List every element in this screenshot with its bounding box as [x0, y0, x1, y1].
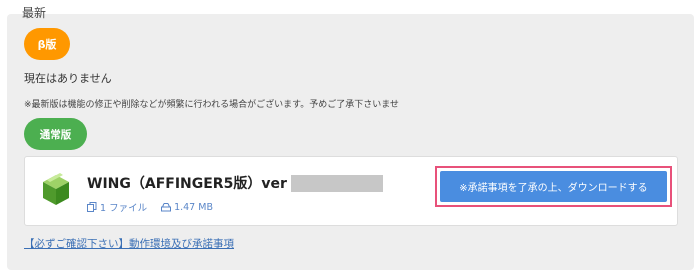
beta-notice: ※最新版は機能の修正や削除などが頻繁に行われる場合がございます。予めご了承下さい… [24, 100, 399, 110]
download-card: WING（AFFINGER5版）ver 1 ファイル 1.47 MB ※承諾事項… [24, 156, 678, 226]
section-title: 最新 [22, 6, 47, 20]
file-meta: 1 ファイル 1.47 MB [87, 200, 227, 214]
stable-badge: 通常版 [24, 118, 87, 150]
download-highlight-frame: ※承諾事項を了承の上、ダウンロードする [435, 166, 672, 207]
beta-empty-text: 現在はありません [24, 72, 112, 85]
download-button[interactable]: ※承諾事項を了承の上、ダウンロードする [440, 171, 667, 202]
hard-drive-icon [161, 203, 172, 212]
green-box-icon [43, 173, 69, 205]
files-icon [87, 202, 97, 212]
redacted-version [290, 174, 383, 192]
file-count: 1 ファイル [87, 200, 147, 214]
beta-badge: β版 [24, 28, 70, 60]
file-size-text: 1.47 MB [174, 201, 213, 213]
file-size: 1.47 MB [161, 202, 213, 213]
file-count-text: 1 ファイル [100, 203, 148, 214]
product-title-text: WING（AFFINGER5版）ver [87, 176, 287, 192]
latest-section-panel [7, 14, 694, 270]
product-title: WING（AFFINGER5版）ver [87, 173, 383, 193]
requirements-link[interactable]: 【必ずご確認下さい】動作環境及び承諾事項 [24, 236, 234, 251]
